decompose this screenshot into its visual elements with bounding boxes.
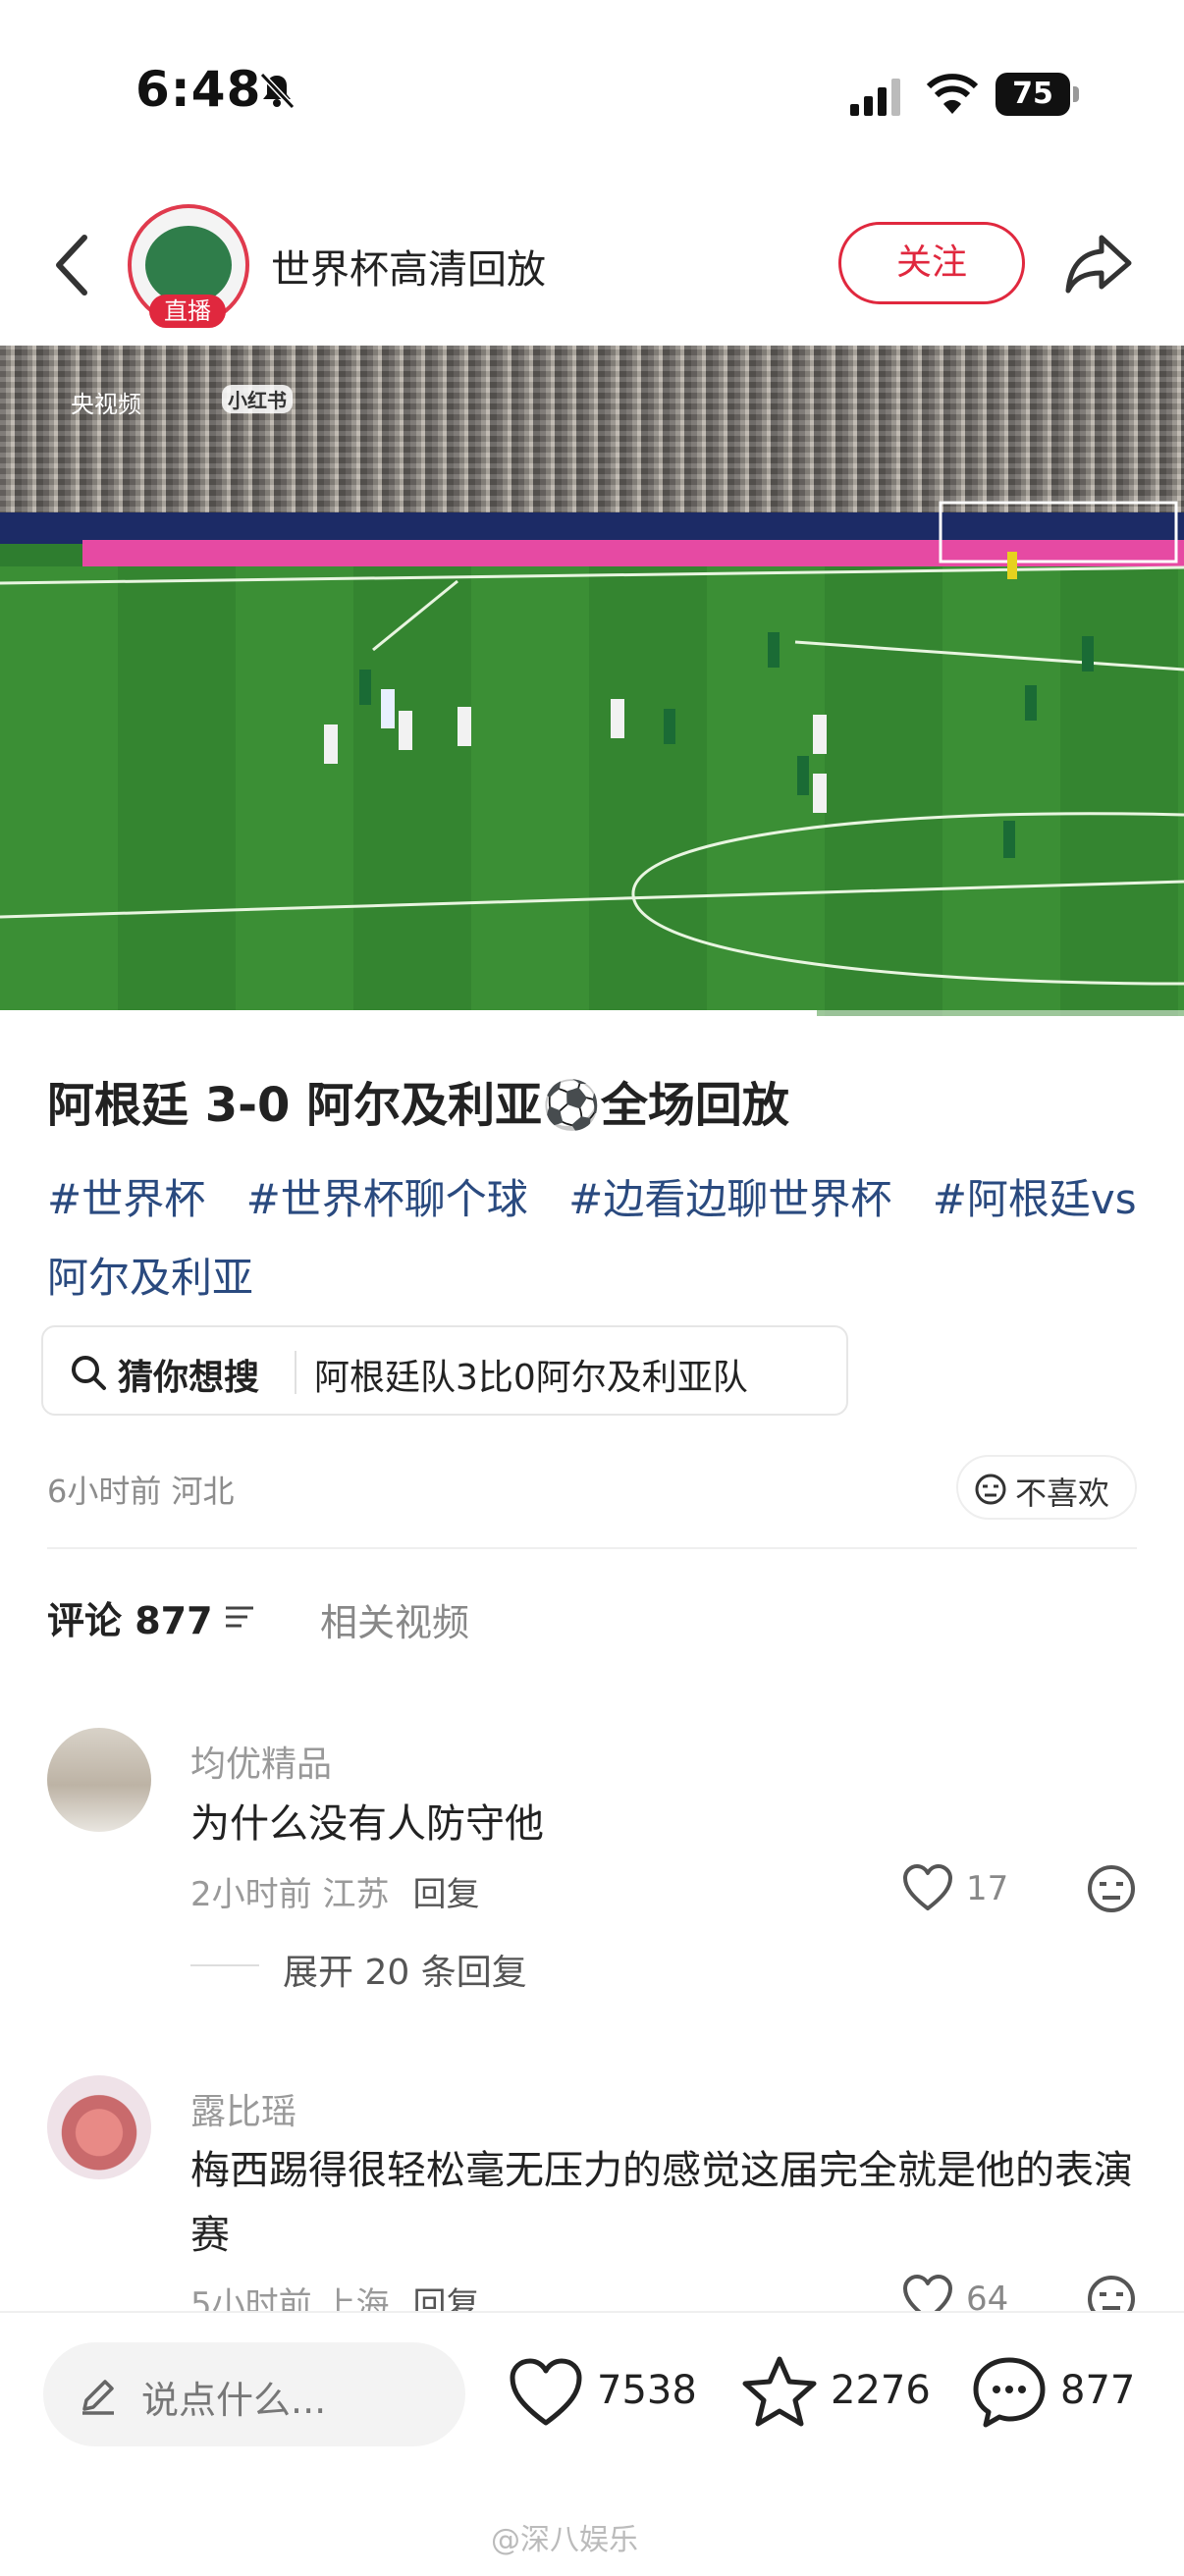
comment-avatar[interactable]: [47, 1728, 151, 1832]
suggested-search-label: 猜你想搜: [118, 1358, 260, 1398]
comment-username[interactable]: 均优精品: [190, 1736, 332, 1787]
heart-icon[interactable]: [901, 1863, 954, 1912]
hashtag[interactable]: #世界杯: [47, 1175, 205, 1223]
avatar-pitch-graphic: [145, 226, 232, 304]
pitch-markings: [0, 501, 1184, 986]
cellular-signal-icon: [850, 79, 900, 116]
live-badge: 直播: [149, 295, 226, 328]
video-watermark-badge: 小红书: [222, 385, 293, 413]
comment-input[interactable]: 说点什么...: [43, 2342, 465, 2446]
video-progress-bar[interactable]: [0, 1010, 1184, 1016]
hashtag-list: #世界杯 #世界杯聊个球 #边看边聊世界杯 #阿根廷vs阿尔及利亚: [47, 1160, 1147, 1317]
section-divider: [47, 1547, 1137, 1549]
comment-bubble-icon[interactable]: [970, 2354, 1049, 2429]
suggested-search-query: 阿根廷队3比0阿尔及利亚队: [314, 1358, 748, 1398]
comment-input-placeholder: 说点什么...: [141, 2379, 327, 2422]
share-icon[interactable]: [1062, 230, 1135, 298]
tab-comments[interactable]: 评论 877: [47, 1590, 213, 1644]
image-watermark: @深八娱乐: [491, 2523, 638, 2557]
battery-level: 75: [996, 73, 1070, 116]
comment-time-location: 2小时前 江苏: [190, 1875, 390, 1914]
status-time: 6:48: [135, 61, 262, 118]
video-watermark: 央视频: [71, 391, 141, 418]
comment-meta: 2小时前 江苏 回复: [190, 1867, 479, 1915]
back-arrow-icon[interactable]: [47, 230, 96, 300]
meh-face-icon[interactable]: [1086, 1863, 1137, 1914]
star-icon[interactable]: [740, 2354, 819, 2429]
video-progress-fill: [0, 1010, 818, 1016]
meh-face-icon: [975, 1474, 1006, 1505]
video-player[interactable]: 央视频 小红书: [0, 346, 1184, 1016]
bell-muted-icon: [259, 72, 296, 110]
dislike-button[interactable]: 不喜欢: [956, 1455, 1137, 1520]
expand-replies-line: [190, 1964, 259, 1966]
wifi-icon: [927, 74, 978, 114]
post-meta: 6小时前 河北: [47, 1473, 235, 1510]
like-count: 7538: [597, 2368, 697, 2413]
expand-replies-button[interactable]: 展开 20 条回复: [283, 1944, 527, 1995]
comment-like-count: 17: [966, 1869, 1009, 1908]
post-title: 阿根廷 3-0 阿尔及利亚⚽全场回放: [47, 1078, 789, 1133]
dislike-label: 不喜欢: [1015, 1475, 1110, 1512]
heart-icon[interactable]: [507, 2356, 585, 2431]
sort-icon[interactable]: [222, 1600, 257, 1634]
chip-divider: [295, 1351, 296, 1394]
favorite-count: 2276: [831, 2368, 931, 2413]
channel-name[interactable]: 世界杯高清回放: [271, 238, 546, 295]
tab-related-videos[interactable]: 相关视频: [320, 1592, 469, 1646]
pencil-icon: [82, 2380, 114, 2415]
follow-button[interactable]: 关注: [838, 222, 1025, 304]
reply-button[interactable]: 回复: [412, 1875, 479, 1914]
suggested-search-chip[interactable]: 猜你想搜 阿根廷队3比0阿尔及利亚队: [41, 1325, 848, 1416]
hashtag[interactable]: #世界杯聊个球: [246, 1175, 528, 1223]
battery-cap: [1073, 86, 1079, 102]
comment-count: 877: [1060, 2368, 1136, 2413]
search-icon: [72, 1356, 106, 1390]
comment-avatar[interactable]: [47, 2075, 151, 2179]
comment-text: 梅西踢得很轻松毫无压力的感觉这届完全就是他的表演赛: [190, 2148, 1133, 2258]
comment-username[interactable]: 露比瑶: [190, 2083, 296, 2134]
battery-indicator: 75: [996, 73, 1080, 116]
hashtag[interactable]: #边看边聊世界杯: [568, 1175, 891, 1223]
comment-text: 为什么没有人防守他: [190, 1801, 544, 1847]
